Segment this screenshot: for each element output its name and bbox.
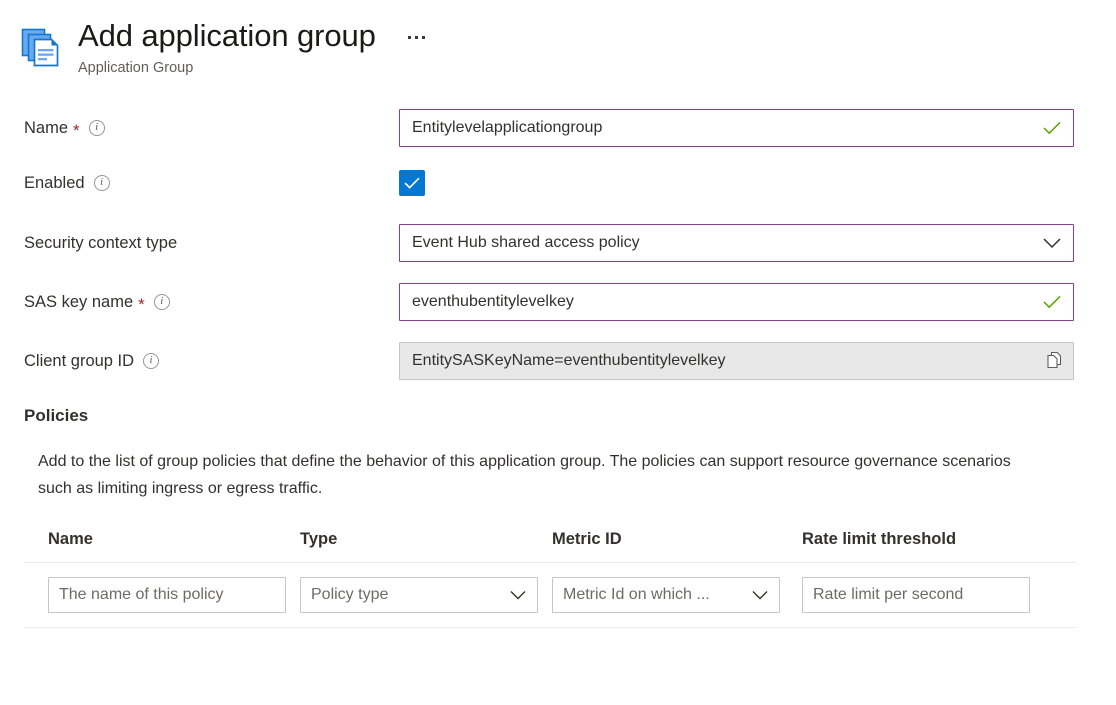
label-name-text: Name: [24, 118, 68, 138]
column-header-name: Name: [24, 530, 300, 563]
column-header-type: Type: [300, 530, 552, 563]
metric-id-placeholder: Metric Id on which ...: [563, 586, 710, 604]
label-sas-key-name-text: SAS key name: [24, 292, 133, 312]
policies-table: Name Type Metric ID Rate limit threshold…: [24, 530, 1076, 628]
policies-title: Policies: [24, 406, 1116, 426]
enabled-field-control: [399, 170, 1074, 196]
sas-key-name-input[interactable]: [399, 283, 1074, 321]
table-row: Policy type Metric Id on which ...: [24, 563, 1076, 628]
policy-type-placeholder: Policy type: [311, 586, 388, 604]
more-actions-ellipsis-button[interactable]: [406, 32, 427, 43]
copy-icon: [1044, 350, 1064, 373]
client-group-id-value-box: EntitySASKeyName=eventhubentitylevelkey: [399, 342, 1074, 380]
name-input[interactable]: [399, 109, 1074, 147]
required-asterisk: *: [138, 296, 145, 313]
label-security-context-type-text: Security context type: [24, 233, 177, 253]
label-security-context-type: Security context type: [24, 233, 399, 253]
security-context-type-control: Event Hub shared access policy: [399, 224, 1074, 262]
policies-table-header-row: Name Type Metric ID Rate limit threshold: [24, 530, 1076, 563]
rate-limit-threshold-input[interactable]: [802, 577, 1030, 613]
ellipsis-dot: [408, 36, 411, 39]
name-field-control: [399, 109, 1074, 147]
documents-stack-icon: [20, 24, 66, 70]
label-client-group-id-text: Client group ID: [24, 351, 134, 371]
client-group-id-value: EntitySASKeyName=eventhubentitylevelkey: [412, 352, 726, 370]
page-subtitle: Application Group: [78, 59, 427, 77]
security-context-type-value: Event Hub shared access policy: [412, 234, 640, 252]
form-row-enabled: Enabled i: [24, 168, 1116, 198]
cell-rate-limit-threshold: [802, 563, 1076, 628]
label-enabled: Enabled i: [24, 173, 399, 193]
metric-id-select[interactable]: Metric Id on which ...: [552, 577, 780, 613]
header-text-block: Add application group Application Group: [78, 18, 427, 77]
policies-description: Add to the list of group policies that d…: [38, 448, 1048, 502]
info-icon[interactable]: i: [94, 175, 110, 191]
cell-policy-name: [24, 563, 300, 628]
cell-metric-id: Metric Id on which ...: [552, 563, 802, 628]
form-row-security-context-type: Security context type Event Hub shared a…: [24, 224, 1116, 262]
enabled-checkbox[interactable]: [399, 170, 425, 196]
label-enabled-text: Enabled: [24, 173, 85, 193]
policies-section: Policies Add to the list of group polici…: [0, 406, 1116, 628]
ellipsis-dot: [415, 36, 418, 39]
label-name: Name * i: [24, 118, 399, 138]
title-row: Add application group: [78, 18, 427, 54]
page-title: Add application group: [78, 18, 376, 54]
label-sas-key-name: SAS key name * i: [24, 292, 399, 312]
form-row-sas-key-name: SAS key name * i: [24, 283, 1116, 321]
label-client-group-id: Client group ID i: [24, 351, 399, 371]
info-icon[interactable]: i: [89, 120, 105, 136]
application-group-form: Name * i Enabled i: [0, 109, 1116, 380]
copy-button[interactable]: [1036, 344, 1072, 378]
page-header: Add application group Application Group: [0, 0, 1116, 77]
policy-type-select[interactable]: Policy type: [300, 577, 538, 613]
form-row-name: Name * i: [24, 109, 1116, 147]
client-group-id-control: EntitySASKeyName=eventhubentitylevelkey: [399, 342, 1074, 380]
cell-policy-type: Policy type: [300, 563, 552, 628]
chevron-down-icon: [751, 590, 769, 601]
info-icon[interactable]: i: [154, 294, 170, 310]
chevron-down-icon: [509, 590, 527, 601]
column-header-metric-id: Metric ID: [552, 530, 802, 563]
ellipsis-dot: [422, 36, 425, 39]
form-row-client-group-id: Client group ID i EntitySASKeyName=event…: [24, 342, 1116, 380]
column-header-rate-limit-threshold: Rate limit threshold: [802, 530, 1076, 563]
sas-key-name-control: [399, 283, 1074, 321]
security-context-type-select[interactable]: Event Hub shared access policy: [399, 224, 1074, 262]
info-icon[interactable]: i: [143, 353, 159, 369]
policy-name-input[interactable]: [48, 577, 286, 613]
required-asterisk: *: [73, 122, 80, 139]
